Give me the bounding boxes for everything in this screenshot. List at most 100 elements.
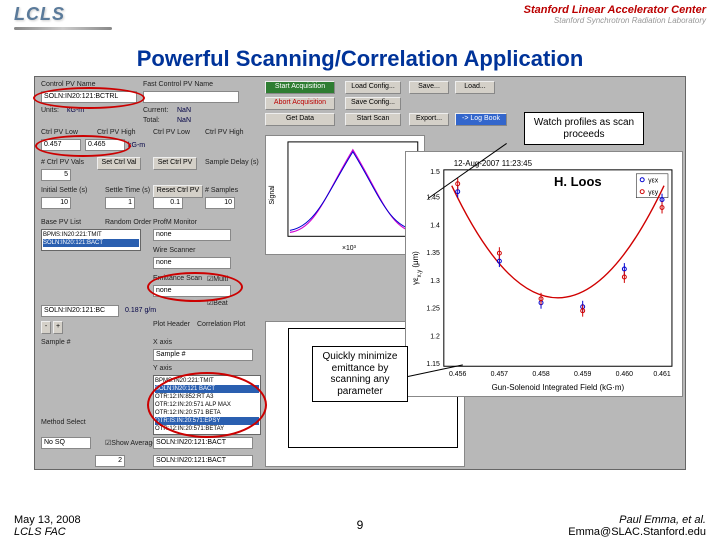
label-yaxis: Y axis — [153, 365, 172, 372]
current-value: NaN — [177, 107, 191, 114]
ssrl-text: Stanford Synchrotron Radiation Laborator… — [524, 16, 706, 25]
svg-text:1.4: 1.4 — [430, 222, 440, 229]
settle-input[interactable]: 1 — [105, 197, 135, 209]
highlight-circle-pv — [33, 87, 145, 109]
nsamp-input[interactable]: 10 — [205, 197, 235, 209]
label-method: Method Select — [41, 419, 86, 426]
wire-combo[interactable]: none — [153, 257, 231, 269]
label-fastctrl: Fast Control PV Name — [143, 81, 213, 88]
emitpv-disp: SOLN:IN20:121:BC — [41, 305, 119, 317]
label-profmon: ProfM Monitor — [153, 219, 197, 226]
label-rand: Random Order — [105, 219, 151, 226]
callout-minimize: Quickly minimize emittance by scanning a… — [312, 346, 408, 402]
export-button[interactable]: Export... — [409, 113, 449, 126]
svg-text:γεx: γεx — [648, 178, 659, 185]
label-sampdelay: Sample Delay (s) — [205, 159, 259, 166]
label-plothdr: Plot Header — [153, 321, 190, 328]
start-acq-button[interactable]: Start Acquisition — [265, 81, 335, 94]
save-button[interactable]: Save... — [409, 81, 449, 94]
slide-title: Powerful Scanning/Correlation Applicatio… — [0, 46, 720, 72]
footer-date: May 13, 2008 — [14, 514, 81, 526]
highlight-circle-range — [35, 135, 131, 157]
svg-text:0.456: 0.456 — [449, 371, 467, 378]
svg-text:12-Aug-2007 11:23:45: 12-Aug-2007 11:23:45 — [454, 159, 533, 168]
list-item[interactable]: BPMS:IN20:221:TMIT — [43, 231, 139, 239]
lcls-logo: LCLS — [14, 4, 112, 32]
savecfg-button[interactable]: Save Config... — [345, 97, 401, 110]
plus-button[interactable]: + — [53, 321, 63, 334]
svg-text:1.2: 1.2 — [430, 333, 440, 340]
svg-text:γεx,y (μm): γεx,y (μm) — [411, 251, 423, 285]
footer-venue: LCLS FAC — [14, 526, 81, 538]
basepv-list[interactable]: BPMS:IN20:221:TMIT SOLN:IN20:121:BACT — [41, 229, 141, 251]
svg-text:1.35: 1.35 — [426, 250, 440, 257]
fastctrl-input[interactable] — [143, 91, 239, 103]
svg-text:0.459: 0.459 — [574, 371, 592, 378]
initset-input[interactable]: 10 — [41, 197, 71, 209]
svg-text:0.461: 0.461 — [653, 371, 671, 378]
footer-presenter: Paul Emma, et al. — [568, 514, 706, 526]
label-sample: Sample # — [41, 339, 71, 346]
profile-plot: ×10³ Signal — [265, 135, 425, 255]
list-item[interactable]: SOLN:IN20:121:BACT — [43, 239, 139, 247]
svg-text:1.15: 1.15 — [426, 361, 440, 368]
slac-text: Stanford Linear Accelerator Center — [524, 4, 706, 16]
label-xaxis: X axis — [153, 339, 172, 346]
xaxis-combo[interactable]: Sample # — [153, 349, 253, 361]
settle2-input[interactable]: 0.1 — [153, 197, 183, 209]
svg-text:1.25: 1.25 — [426, 306, 440, 313]
load-button[interactable]: Load... — [455, 81, 495, 94]
author-label: H. Loos — [554, 174, 602, 189]
emitval-disp: 0.187 g/m — [125, 307, 156, 314]
svg-text:Gun-Solenoid Integrated Field: Gun-Solenoid Integrated Field (kG·m) — [492, 383, 625, 392]
x2-combo[interactable]: SOLN:IN20:121:BACT — [153, 437, 253, 449]
svg-text:1.5: 1.5 — [430, 169, 440, 176]
total-value: NaN — [177, 117, 191, 124]
svg-text:1.3: 1.3 — [430, 278, 440, 285]
getdata-button[interactable]: Get Data — [265, 113, 335, 126]
label-settle: Settle Time (s) — [105, 187, 150, 194]
slide: LCLS Stanford Linear Accelerator Center … — [0, 0, 720, 540]
callout-watch: Watch profiles as scan proceeds — [524, 112, 644, 145]
footer-email: Emma@SLAC.Stanford.edu — [568, 526, 706, 538]
slide-footer: May 13, 2008 LCLS FAC Paul Emma, et al. … — [0, 514, 720, 538]
highlight-circle-emit — [147, 272, 243, 302]
nctrl-input[interactable]: 5 — [41, 169, 71, 181]
label-corr: Correlation Plot — [197, 321, 245, 328]
setctrl2-button[interactable]: Set Ctrl PV — [153, 157, 197, 170]
label-pvlow2: Ctrl PV Low — [153, 129, 190, 136]
label-pvhigh2: Ctrl PV High — [205, 129, 244, 136]
label-nsamp: # Samples — [205, 187, 238, 194]
label-units: Units: — [41, 107, 59, 114]
header-divider — [14, 27, 112, 30]
minus-button[interactable]: - — [41, 321, 51, 334]
label-total: Total: — [143, 117, 160, 124]
label-current: Current: — [143, 107, 168, 114]
label-initset: Initial Settle (s) — [41, 187, 87, 194]
svg-text:0.460: 0.460 — [616, 371, 634, 378]
label-pvhigh: Ctrl PV High — [97, 129, 136, 136]
svg-text:Signal: Signal — [269, 185, 276, 205]
label-wire: Wire Scanner — [153, 247, 195, 254]
slac-logo: Stanford Linear Accelerator Center Stanf… — [524, 4, 706, 25]
svg-text:0.458: 0.458 — [532, 371, 550, 378]
logbook-button[interactable]: -> Log Book — [455, 113, 507, 126]
svg-text:0.457: 0.457 — [491, 371, 509, 378]
emittance-plot: 12-Aug-2007 11:23:45 γεx γεy — [405, 151, 683, 397]
svg-text:γεy: γεy — [648, 190, 659, 197]
lcls-text: LCLS — [14, 4, 65, 25]
x3-combo[interactable]: SOLN:IN20:121:BACT — [153, 455, 253, 467]
label-show[interactable]: ☑Show Average — [105, 439, 156, 447]
method-combo[interactable]: No SQ — [41, 437, 91, 449]
highlight-circle-ylist — [147, 372, 267, 438]
profmon-combo[interactable]: none — [153, 229, 231, 241]
abort-acq-button[interactable]: Abort Acquisition — [265, 97, 335, 110]
slide-header: LCLS Stanford Linear Accelerator Center … — [0, 0, 720, 46]
setctrl-button[interactable]: Set Ctrl Val — [97, 157, 141, 170]
label-nctrl: # Ctrl PV Vals — [41, 159, 84, 166]
label-basepv: Base PV List — [41, 219, 81, 226]
xscale: ×10³ — [342, 245, 357, 252]
two-input[interactable]: 2 — [95, 455, 125, 467]
loadcfg-button[interactable]: Load Config... — [345, 81, 401, 94]
startscan-button[interactable]: Start Scan — [345, 113, 401, 126]
